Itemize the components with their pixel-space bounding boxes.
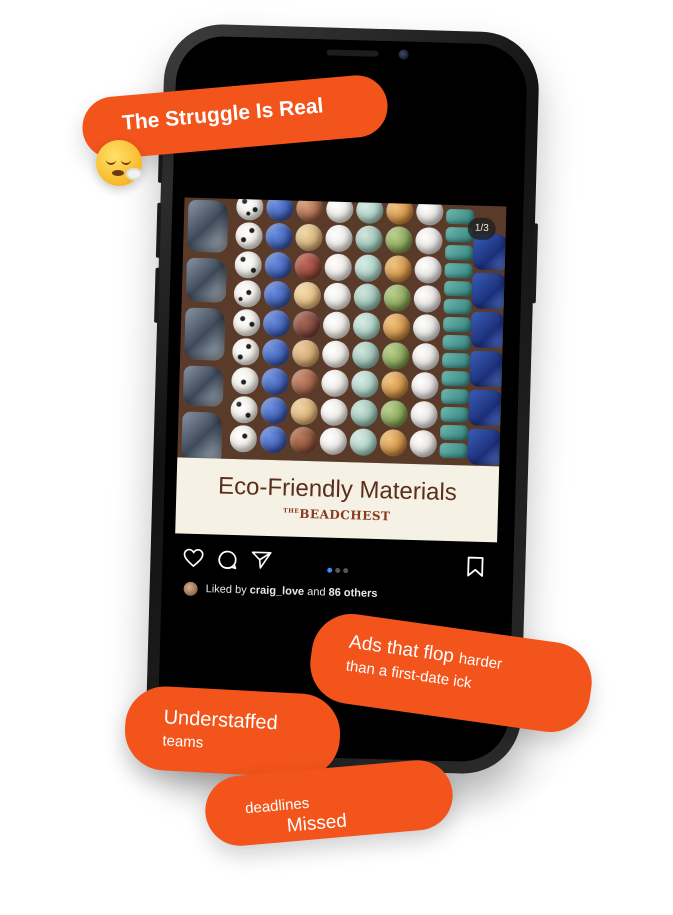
carousel-dot	[335, 567, 341, 574]
silent-switch	[157, 152, 163, 183]
deadlines-text-big: Missed	[285, 810, 348, 837]
heart-icon[interactable]	[182, 548, 205, 574]
ads-text-small: harder	[457, 650, 504, 673]
carousel-dot-active	[327, 567, 333, 573]
bookmark-icon[interactable]	[466, 556, 485, 583]
carousel-dot	[343, 568, 349, 574]
bead-strand	[259, 197, 294, 456]
notch	[266, 37, 438, 73]
exhale-emoji-icon	[96, 140, 142, 186]
headline-text: The Struggle Is Real	[121, 94, 325, 135]
avatar	[183, 581, 198, 597]
likes-middle: and	[307, 585, 326, 599]
liker-username[interactable]: craig_love	[250, 584, 305, 598]
bead-strand	[409, 197, 444, 460]
power-button	[531, 223, 538, 304]
comment-icon[interactable]	[216, 549, 239, 577]
bead-strand	[229, 197, 264, 455]
volume-down-button	[154, 267, 160, 323]
share-icon[interactable]	[250, 549, 273, 575]
front-camera-icon	[398, 49, 409, 60]
carousel-indicator	[327, 560, 351, 579]
staffing-text-line2: teams	[161, 732, 204, 752]
likes-prefix: Liked by	[205, 583, 247, 597]
staffing-text-line1: Understaffed	[163, 706, 279, 735]
image-counter: 1/3	[467, 217, 497, 241]
post-caption-card: Eco-Friendly Materials THEBEADCHEST	[175, 457, 500, 543]
bead-strand	[379, 197, 414, 459]
likes-others[interactable]: 86 others	[328, 587, 377, 600]
post-actions	[182, 548, 489, 581]
post-image[interactable]: 1/3	[177, 197, 507, 467]
bead-strand	[467, 233, 507, 467]
bead-strand	[319, 197, 354, 458]
volume-up-button	[155, 202, 162, 258]
bead-strand	[181, 199, 229, 467]
bead-strand	[289, 197, 324, 457]
speaker-grill	[326, 49, 379, 57]
caption-title: Eco-Friendly Materials	[217, 472, 458, 507]
likes-line: Liked by craig_love and 86 others	[183, 581, 378, 601]
staffing-callout: Understaffed teams	[122, 684, 343, 780]
bead-strand	[349, 197, 384, 458]
